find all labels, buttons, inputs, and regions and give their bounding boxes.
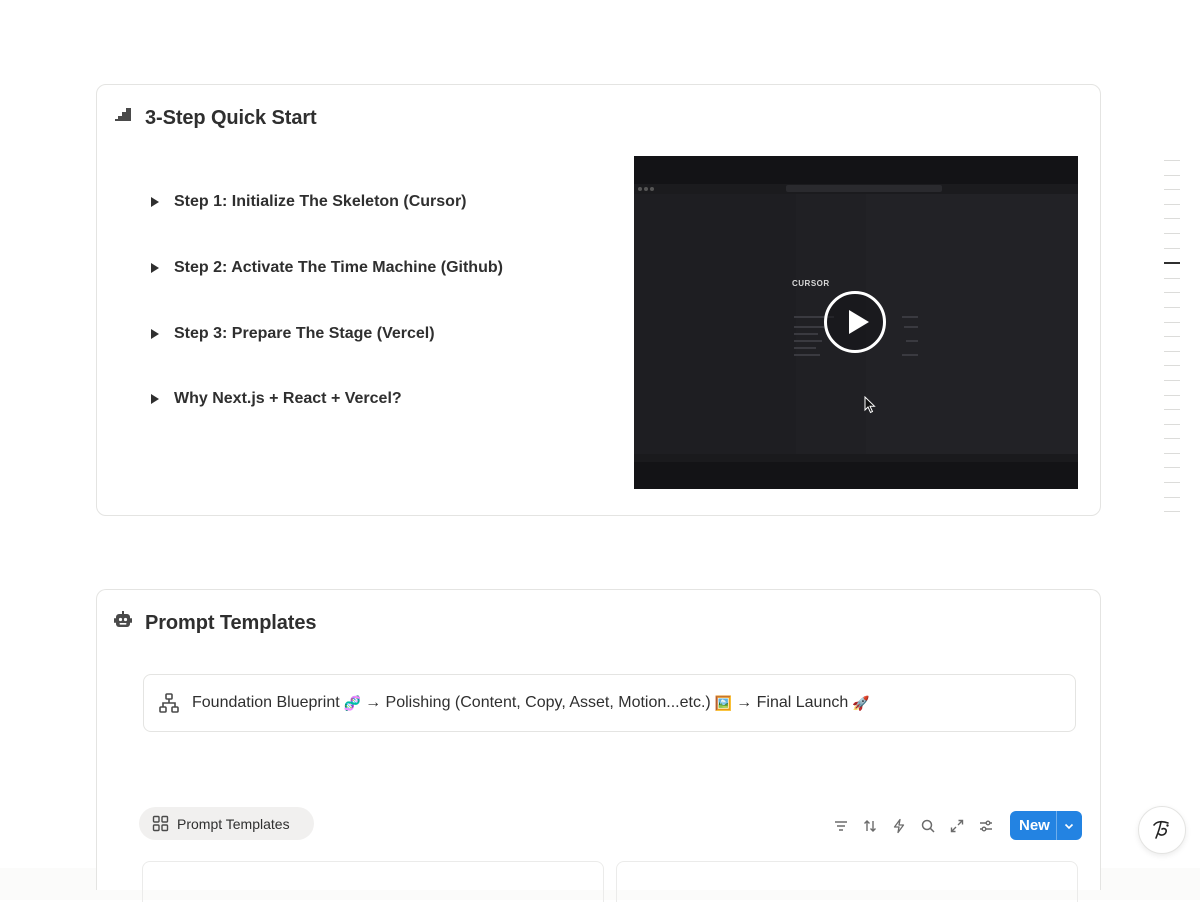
framed-picture-emoji: 🖼️ — [714, 694, 733, 711]
dna-emoji: 🧬 — [343, 694, 362, 711]
search-icon[interactable] — [917, 815, 939, 837]
outline-mark[interactable] — [1164, 160, 1180, 161]
gallery-card[interactable] — [616, 861, 1078, 902]
callout-text-part3: → Final Launch — [736, 694, 849, 711]
gallery-grid-icon — [152, 815, 169, 832]
chevron-down-icon[interactable] — [1057, 820, 1081, 832]
view-tab-label: Prompt Templates — [177, 815, 290, 832]
callout-text-part2: → Polishing (Content, Copy, Asset, Motio… — [365, 694, 711, 711]
outline-mark[interactable] — [1164, 365, 1180, 367]
video-app-search — [786, 185, 942, 192]
outline-mark[interactable] — [1164, 467, 1180, 469]
step-label: Why Next.js + React + Vercel? — [174, 390, 402, 407]
outline-mark[interactable] — [1164, 482, 1180, 484]
automation-icon[interactable] — [888, 815, 910, 837]
outline-mark[interactable] — [1164, 511, 1180, 513]
toggle-step-3[interactable]: Step 3: Prepare The Stage (Vercel) — [151, 325, 435, 343]
database-view-tab[interactable]: Prompt Templates — [139, 807, 314, 840]
quick-start-title: 3-Step Quick Start — [145, 107, 317, 129]
video-text-line — [906, 340, 918, 342]
outline-mark[interactable] — [1164, 438, 1180, 440]
new-button[interactable]: New — [1010, 811, 1082, 840]
help-button[interactable] — [1138, 806, 1186, 854]
toggle-arrow-icon[interactable] — [151, 263, 159, 273]
outline-mark[interactable] — [1164, 277, 1180, 279]
prompt-templates-card: Prompt Templates Foundation Blueprint 🧬 … — [96, 589, 1101, 902]
outline-mark[interactable] — [1164, 409, 1180, 411]
outline-mark[interactable] — [1164, 189, 1180, 191]
video-logo-text: CURSOR — [792, 279, 830, 288]
toggle-arrow-icon[interactable] — [151, 197, 159, 207]
toggle-step-1[interactable]: Step 1: Initialize The Skeleton (Cursor) — [151, 193, 467, 211]
robot-icon — [114, 611, 132, 627]
database-toolbar: New — [830, 811, 1082, 840]
sort-icon[interactable] — [859, 815, 881, 837]
video-text-line — [794, 333, 818, 335]
video-text-line — [794, 326, 824, 328]
settings-icon[interactable] — [975, 815, 997, 837]
outline-mark[interactable] — [1164, 336, 1180, 338]
video-app-sidebar — [634, 194, 796, 454]
play-icon — [849, 310, 869, 334]
outline-mark-active[interactable] — [1164, 262, 1180, 265]
outline-mark[interactable] — [1164, 394, 1180, 396]
window-dot — [644, 187, 648, 191]
video-player[interactable]: CURSOR — [634, 156, 1078, 489]
step-label: Step 3: Prepare The Stage (Vercel) — [174, 325, 435, 342]
video-text-line — [794, 347, 816, 349]
outline-mark[interactable] — [1164, 452, 1180, 454]
toggle-arrow-icon[interactable] — [151, 329, 159, 339]
play-button[interactable] — [824, 291, 886, 353]
outline-mark[interactable] — [1164, 292, 1180, 294]
new-button-label: New — [1019, 817, 1050, 834]
toggle-arrow-icon[interactable] — [151, 394, 159, 404]
window-dot — [638, 187, 642, 191]
outline-mark[interactable] — [1164, 174, 1180, 176]
window-dot — [650, 187, 654, 191]
video-text-line — [904, 326, 918, 328]
outline-mark[interactable] — [1164, 423, 1180, 425]
rocket-emoji: 🚀 — [852, 694, 870, 711]
outline-mark[interactable] — [1164, 247, 1180, 249]
page-outline-nav[interactable] — [1164, 160, 1180, 526]
stairs-icon — [115, 108, 131, 121]
video-text-line — [902, 316, 918, 318]
outline-mark[interactable] — [1164, 203, 1180, 205]
filter-icon[interactable] — [830, 815, 852, 837]
prompt-templates-title: Prompt Templates — [145, 612, 317, 634]
video-text-line — [794, 354, 820, 356]
outline-mark[interactable] — [1164, 306, 1180, 308]
outline-mark[interactable] — [1164, 218, 1180, 220]
toggle-step-2[interactable]: Step 2: Activate The Time Machine (Githu… — [151, 259, 503, 277]
outline-mark[interactable] — [1164, 350, 1180, 352]
quick-start-card: 3-Step Quick Start Step 1: Initialize Th… — [96, 84, 1101, 516]
step-label: Step 1: Initialize The Skeleton (Cursor) — [174, 193, 467, 210]
toggle-why-stack[interactable]: Why Next.js + React + Vercel? — [151, 390, 402, 408]
gallery-card[interactable] — [142, 861, 604, 902]
expand-icon[interactable] — [946, 815, 968, 837]
sitemap-icon — [159, 693, 179, 713]
callout-text-part1: Foundation Blueprint — [192, 694, 340, 711]
outline-mark[interactable] — [1164, 321, 1180, 323]
step-label: Step 2: Activate The Time Machine (Githu… — [174, 259, 503, 276]
outline-mark[interactable] — [1164, 232, 1180, 234]
outline-mark[interactable] — [1164, 379, 1180, 381]
workflow-callout: Foundation Blueprint 🧬 → Polishing (Cont… — [143, 674, 1076, 732]
video-app-statusbar — [634, 454, 1078, 462]
video-text-line — [902, 354, 918, 356]
outline-mark[interactable] — [1164, 496, 1180, 498]
assistant-logo-icon — [1153, 820, 1169, 839]
mouse-pointer-icon — [864, 396, 876, 414]
video-text-line — [794, 340, 822, 342]
